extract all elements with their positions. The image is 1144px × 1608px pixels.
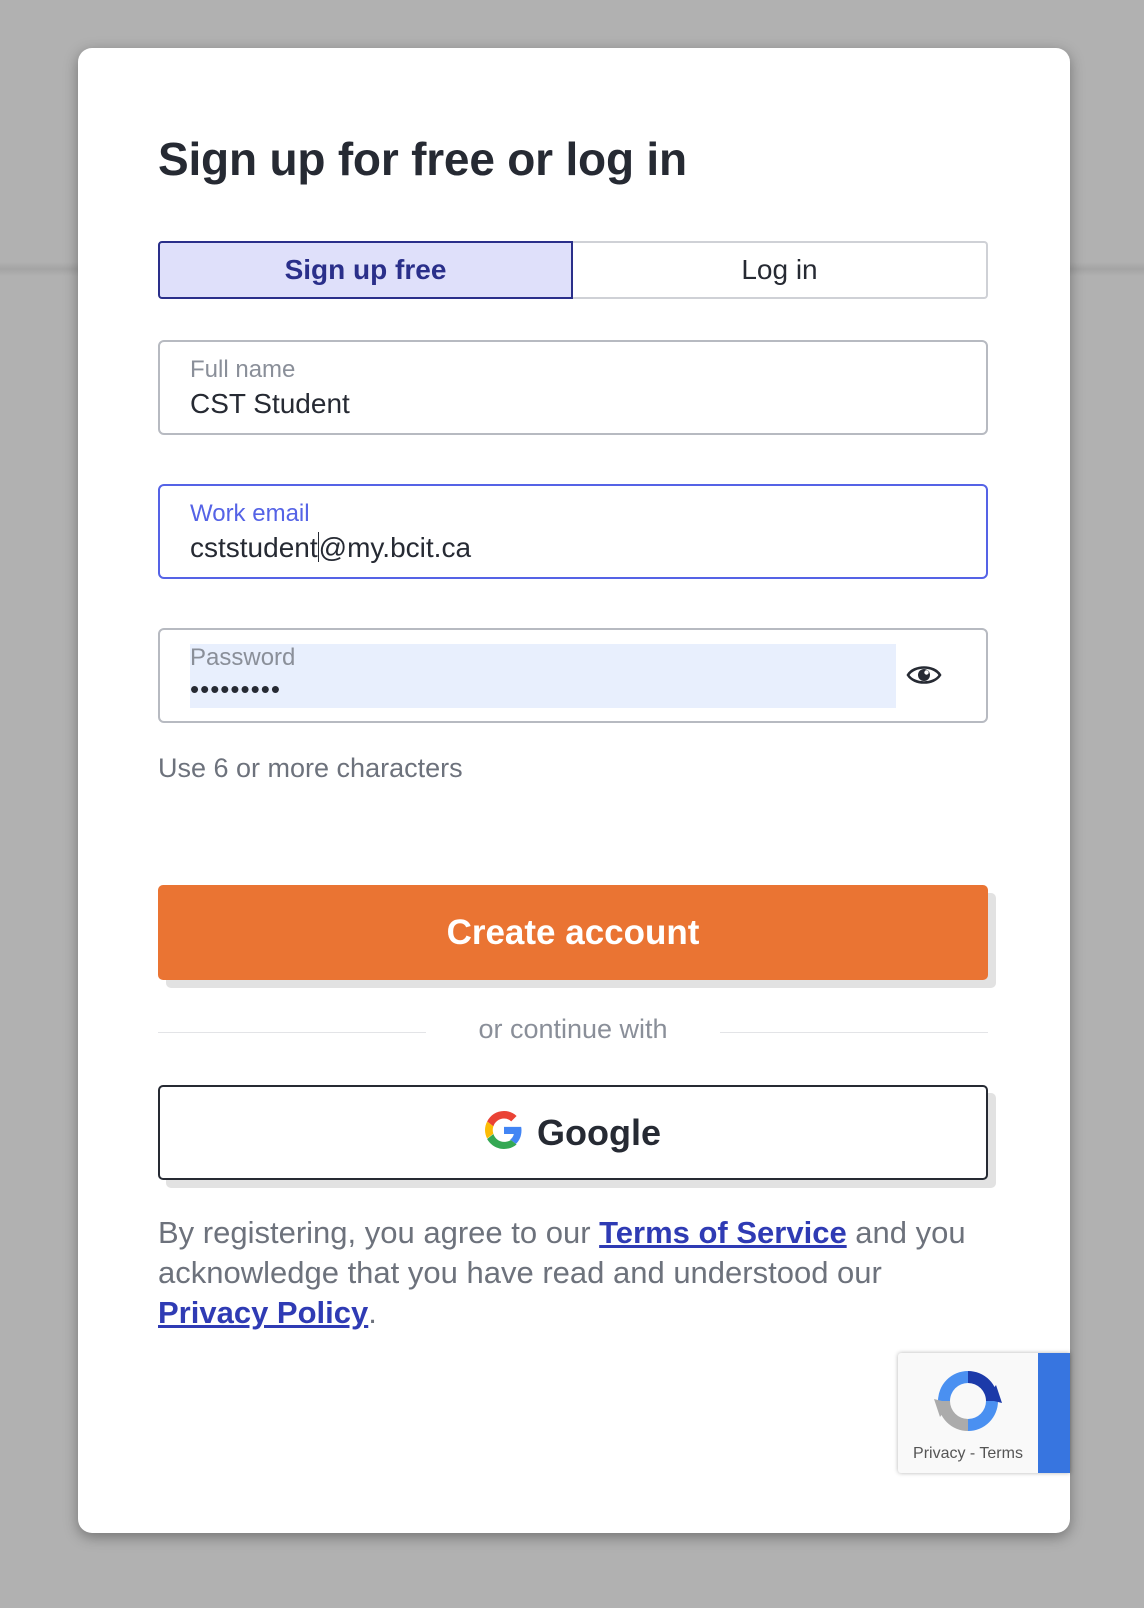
full-name-field[interactable]: Full name CST Student	[158, 340, 988, 435]
full-name-value: CST Student	[190, 388, 350, 419]
recaptcha-badge[interactable]: Privacy - Terms	[898, 1353, 1070, 1473]
create-account-button[interactable]: Create account	[158, 885, 988, 980]
legal-text: By registering, you agree to our Terms o…	[158, 1213, 988, 1333]
recaptcha-separator: -	[965, 1445, 980, 1462]
email-value: cststudent@my.bcit.ca	[190, 532, 471, 564]
recaptcha-links: Privacy - Terms	[898, 1445, 1038, 1463]
auth-tabs: Sign up free Log in	[158, 241, 988, 299]
email-label: Work email	[190, 500, 310, 527]
terms-of-service-link[interactable]: Terms of Service	[599, 1215, 847, 1250]
or-divider: or continue with	[158, 1014, 988, 1050]
google-button-label: Google	[537, 1111, 661, 1153]
privacy-policy-link[interactable]: Privacy Policy	[158, 1295, 368, 1330]
tab-log-in[interactable]: Log in	[573, 241, 988, 299]
autofill-highlight	[190, 644, 896, 708]
password-hint: Use 6 or more characters	[158, 753, 463, 783]
tab-sign-up[interactable]: Sign up free	[158, 241, 573, 299]
full-name-label: Full name	[190, 356, 296, 383]
recaptcha-privacy-link[interactable]: Privacy	[913, 1445, 965, 1462]
email-field[interactable]: Work email cststudent@my.bcit.ca	[158, 484, 988, 579]
email-value-after-caret: @my.bcit.ca	[318, 532, 472, 563]
google-button[interactable]: Google	[158, 1085, 988, 1180]
eye-icon[interactable]	[906, 660, 942, 690]
email-value-before-caret: cststudent	[190, 532, 318, 563]
signup-modal: Sign up for free or log in Sign up free …	[78, 48, 1070, 1533]
recaptcha-blue-tab	[1038, 1353, 1070, 1473]
password-label: Password	[190, 644, 296, 671]
password-value: •••••••••	[190, 674, 281, 704]
divider-text: or continue with	[478, 1014, 668, 1044]
legal-prefix: By registering, you agree to our	[158, 1215, 600, 1250]
recaptcha-terms-link[interactable]: Terms	[979, 1445, 1023, 1462]
page-title: Sign up for free or log in	[158, 133, 687, 185]
google-g-icon	[485, 1111, 523, 1154]
password-field[interactable]: Password •••••••••	[158, 628, 988, 723]
legal-suffix: .	[368, 1295, 377, 1330]
recaptcha-icon	[930, 1363, 1006, 1439]
